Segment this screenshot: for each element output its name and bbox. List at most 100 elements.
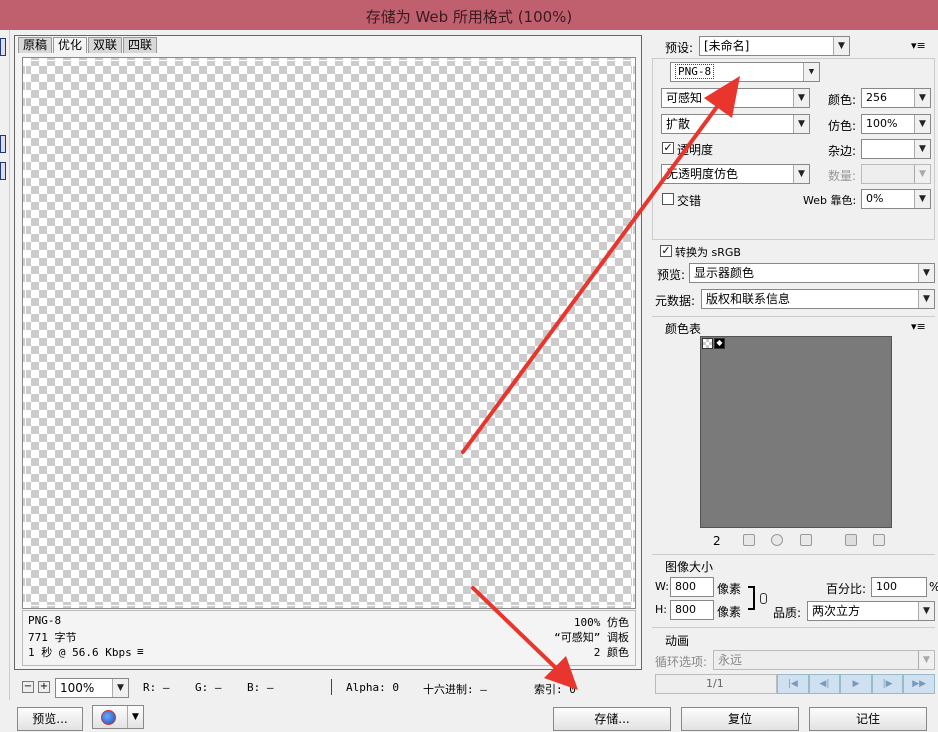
zoom-out-button[interactable]: − bbox=[22, 681, 34, 693]
zoom-value: 100% bbox=[60, 681, 95, 695]
percent-label: 百分比: bbox=[826, 582, 867, 596]
metadata-select[interactable]: 版权和联系信息 ▼ bbox=[701, 289, 935, 309]
percent-unit: % bbox=[929, 580, 938, 594]
preset-value: [未命名] bbox=[704, 39, 750, 53]
hand-tool-icon[interactable] bbox=[0, 38, 6, 56]
web-shift-icon[interactable] bbox=[771, 534, 783, 546]
loop-value: 永远 bbox=[718, 653, 743, 667]
frame-counter: 1/1 bbox=[655, 674, 777, 694]
quality-value: 两次立方 bbox=[812, 604, 861, 618]
info-download-time: 1 秒 @ 56.6 Kbps bbox=[28, 646, 132, 659]
info-dither: 100% 仿色 bbox=[573, 616, 629, 629]
zoom-select[interactable]: 100% ▼ bbox=[55, 678, 129, 698]
image-preview-canvas[interactable] bbox=[22, 57, 636, 609]
trash-icon[interactable] bbox=[873, 534, 885, 546]
metadata-value: 版权和联系信息 bbox=[706, 292, 791, 306]
matte-select[interactable]: ▼ bbox=[861, 139, 931, 159]
loop-select: 永远 ▼ bbox=[713, 650, 935, 670]
transparency-dither-select[interactable]: 无透明度仿色 ▼ bbox=[661, 164, 810, 184]
tab-optimized[interactable]: 优化 bbox=[53, 37, 88, 53]
preset-select[interactable]: [未命名] ▼ bbox=[699, 36, 850, 56]
format-select[interactable]: PNG-8 ▼ bbox=[670, 62, 820, 82]
status-alpha: Alpha: 0 bbox=[346, 681, 399, 694]
percent-value: 100 bbox=[876, 580, 897, 593]
amount-label: 数量: bbox=[828, 169, 857, 183]
slice-tool-icon[interactable] bbox=[0, 135, 6, 153]
width-label: W: bbox=[655, 580, 669, 593]
new-color-icon[interactable] bbox=[845, 534, 857, 546]
chevron-down-icon: ▼ bbox=[914, 140, 930, 158]
black-swatch[interactable]: ◆ bbox=[714, 338, 725, 349]
info-format: PNG-8 bbox=[28, 614, 62, 627]
map-transparency-icon[interactable] bbox=[743, 534, 755, 546]
status-index: 索引: 0 bbox=[534, 683, 576, 696]
link-bracket bbox=[748, 586, 755, 610]
colors-select[interactable]: 256 ▼ bbox=[861, 88, 931, 108]
dither-algorithm-value: 扩散 bbox=[666, 117, 691, 131]
separator bbox=[652, 554, 935, 555]
tool-strip bbox=[0, 30, 10, 700]
transparent-swatch[interactable] bbox=[702, 338, 713, 349]
transparency-checkbox[interactable]: ✓ bbox=[662, 142, 674, 154]
color-reduction-value: 可感知 bbox=[666, 91, 703, 105]
chevron-down-icon: ▼ bbox=[918, 602, 934, 620]
status-hex: 十六进制: — bbox=[423, 683, 487, 696]
animation-controls: |◀ ◀| ▶ |▶ ▶▶ bbox=[777, 674, 935, 694]
convert-srgb-checkbox[interactable]: ✓ bbox=[660, 245, 672, 257]
speed-menu-icon[interactable]: ≡ bbox=[137, 645, 144, 658]
chevron-down-icon: ▼ bbox=[918, 651, 934, 669]
lock-icon[interactable] bbox=[800, 534, 812, 546]
zoom-in-button[interactable]: + bbox=[38, 681, 50, 693]
play-icon[interactable]: ▶ bbox=[840, 674, 872, 694]
last-frame-icon[interactable]: ▶▶ bbox=[903, 674, 935, 694]
preview-color-select[interactable]: 显示器颜色 ▼ bbox=[689, 263, 935, 283]
web-snap-select[interactable]: 0% ▼ bbox=[861, 189, 931, 209]
color-reduction-select[interactable]: 可感知 ▼ bbox=[661, 88, 810, 108]
tab-2up[interactable]: 双联 bbox=[88, 37, 123, 53]
next-frame-icon[interactable]: |▶ bbox=[871, 674, 904, 694]
height-unit: 像素 bbox=[717, 605, 742, 619]
optimize-menu-icon[interactable]: ▾≡ bbox=[911, 39, 926, 52]
chevron-down-icon: ▼ bbox=[914, 89, 930, 107]
dither-amount-select[interactable]: 100% ▼ bbox=[861, 114, 931, 134]
color-table-title: 颜色表 bbox=[665, 322, 702, 336]
remember-button[interactable]: 记住 bbox=[809, 707, 927, 731]
chevron-down-icon: ▼ bbox=[793, 165, 809, 183]
width-input[interactable]: 800 bbox=[670, 577, 714, 597]
status-r: R: — bbox=[143, 681, 170, 694]
info-colors: 2 颜色 bbox=[593, 646, 629, 659]
height-input[interactable]: 800 bbox=[670, 600, 714, 620]
quality-label: 品质: bbox=[773, 606, 802, 620]
width-unit: 像素 bbox=[717, 582, 742, 596]
percent-input[interactable]: 100 bbox=[871, 577, 927, 597]
tab-original[interactable]: 原稿 bbox=[18, 37, 53, 53]
dither-amount-value: 100% bbox=[866, 117, 898, 130]
web-snap-label: Web 靠色: bbox=[803, 194, 857, 207]
first-frame-icon[interactable]: |◀ bbox=[777, 674, 809, 694]
interlaced-checkbox[interactable] bbox=[662, 193, 674, 205]
optimization-info: PNG-8 771 字节 1 秒 @ 56.6 Kbps ≡ 100% 仿色 “… bbox=[22, 610, 636, 666]
height-value: 800 bbox=[675, 603, 696, 616]
transparency-dither-value: 无透明度仿色 bbox=[666, 167, 739, 181]
browser-preview-button[interactable]: ▼ bbox=[92, 705, 144, 729]
dither-algorithm-select[interactable]: 扩散 ▼ bbox=[661, 114, 810, 134]
preset-label: 预设: bbox=[665, 41, 694, 55]
preview-color-label: 预览: bbox=[657, 268, 686, 282]
image-size-title: 图像大小 bbox=[665, 560, 714, 574]
preview-button[interactable]: 预览... bbox=[17, 707, 83, 731]
tab-4up[interactable]: 四联 bbox=[123, 37, 158, 53]
status-b: B: — bbox=[247, 681, 274, 694]
chevron-down-icon: ▼ bbox=[127, 706, 143, 728]
reset-button[interactable]: 复位 bbox=[681, 707, 799, 731]
format-value: PNG-8 bbox=[675, 64, 715, 79]
separator bbox=[652, 627, 935, 628]
previous-frame-icon[interactable]: ◀| bbox=[808, 674, 841, 694]
eyedropper-tool-icon[interactable] bbox=[0, 162, 6, 180]
color-table-menu-icon[interactable]: ▾≡ bbox=[911, 320, 926, 333]
save-button[interactable]: 存储... bbox=[553, 707, 671, 731]
color-table[interactable]: ◆ bbox=[700, 336, 892, 528]
status-divider bbox=[331, 679, 332, 695]
link-icon[interactable] bbox=[760, 593, 767, 604]
quality-select[interactable]: 两次立方 ▼ bbox=[807, 601, 935, 621]
chevron-down-icon: ▼ bbox=[833, 37, 849, 55]
